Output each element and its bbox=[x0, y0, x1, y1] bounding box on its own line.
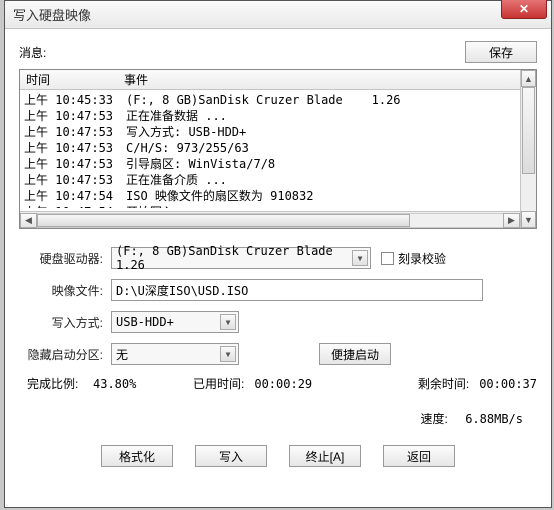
log-event: 写入方式: USB-HDD+ bbox=[126, 124, 536, 140]
dialog-window: 写入硬盘映像 ✕ 消息: 保存 时间 事件 上午 10:45:33(F:, 8 … bbox=[4, 0, 552, 508]
format-button[interactable]: 格式化 bbox=[101, 445, 173, 467]
chevron-down-icon: ▼ bbox=[220, 346, 236, 362]
log-event: 开始写入 ... bbox=[126, 204, 536, 208]
top-row: 消息: 保存 bbox=[19, 41, 537, 63]
log-row[interactable]: 上午 10:45:33(F:, 8 GB)SanDisk Cruzer Blad… bbox=[24, 92, 536, 108]
close-button[interactable]: ✕ bbox=[501, 0, 547, 19]
image-value: D:\U深度ISO\USD.ISO bbox=[116, 282, 248, 299]
scroll-right-icon[interactable]: ▶ bbox=[503, 213, 520, 228]
log-time: 上午 10:47:53 bbox=[24, 108, 126, 124]
log-row[interactable]: 上午 10:47:53正在准备数据 ... bbox=[24, 108, 536, 124]
window-title: 写入硬盘映像 bbox=[13, 5, 91, 24]
log-event: 引导扇区: WinVista/7/8 bbox=[126, 156, 536, 172]
log-header: 时间 事件 bbox=[20, 70, 536, 90]
portable-boot-button[interactable]: 便捷启动 bbox=[319, 343, 391, 365]
log-event: C/H/S: 973/255/63 bbox=[126, 140, 536, 156]
hidden-label: 隐藏启动分区: bbox=[19, 346, 111, 363]
row-write: 写入方式: USB-HDD+ ▼ bbox=[19, 311, 537, 333]
log-time: 上午 10:47:54 bbox=[24, 204, 126, 208]
form-area: 硬盘驱动器: (F:, 8 GB)SanDisk Cruzer Blade 1.… bbox=[19, 247, 537, 365]
drive-combo[interactable]: (F:, 8 GB)SanDisk Cruzer Blade 1.26 ▼ bbox=[111, 247, 371, 269]
log-row[interactable]: 上午 10:47:54开始写入 ... bbox=[24, 204, 536, 208]
log-listbox: 时间 事件 上午 10:45:33(F:, 8 GB)SanDisk Cruze… bbox=[19, 69, 537, 229]
speed-row: 速度: 6.88MB/s bbox=[19, 410, 537, 427]
speed-label: 速度: bbox=[421, 412, 448, 426]
elapsed-label: 已用时间: bbox=[193, 375, 244, 392]
content-area: 消息: 保存 时间 事件 上午 10:45:33(F:, 8 GB)SanDis… bbox=[5, 29, 551, 481]
elapsed-value: 00:00:29 bbox=[254, 377, 312, 391]
hidden-part-combo[interactable]: 无 ▼ bbox=[111, 343, 239, 365]
back-button[interactable]: 返回 bbox=[383, 445, 455, 467]
log-row[interactable]: 上午 10:47:54ISO 映像文件的扇区数为 910832 bbox=[24, 188, 536, 204]
checkbox-box bbox=[381, 252, 394, 265]
drive-value: (F:, 8 GB)SanDisk Cruzer Blade 1.26 bbox=[116, 244, 366, 272]
percent-value: 43.80% bbox=[93, 377, 163, 391]
scroll-down-icon[interactable]: ▼ bbox=[521, 211, 536, 228]
write-value: USB-HDD+ bbox=[116, 315, 174, 329]
col-header-time[interactable]: 时间 bbox=[20, 71, 120, 88]
log-time: 上午 10:47:53 bbox=[24, 156, 126, 172]
hscroll-thumb[interactable] bbox=[37, 214, 410, 227]
row-hidden: 隐藏启动分区: 无 ▼ 便捷启动 bbox=[19, 343, 537, 365]
scroll-left-icon[interactable]: ◀ bbox=[20, 213, 37, 228]
remain-value: 00:00:37 bbox=[479, 377, 537, 391]
log-row[interactable]: 上午 10:47:53引导扇区: WinVista/7/8 bbox=[24, 156, 536, 172]
stats-row: 完成比例: 43.80% 已用时间: 00:00:29 剩余时间: 00:00:… bbox=[19, 375, 537, 392]
hidden-value: 无 bbox=[116, 346, 128, 363]
abort-button[interactable]: 终止[A] bbox=[289, 445, 361, 467]
horizontal-scrollbar[interactable]: ◀ ▶ bbox=[20, 211, 520, 228]
image-path-input[interactable]: D:\U深度ISO\USD.ISO bbox=[111, 279, 483, 301]
percent-label: 完成比例: bbox=[19, 375, 93, 392]
log-event: 正在准备数据 ... bbox=[126, 108, 536, 124]
log-time: 上午 10:45:33 bbox=[24, 92, 126, 108]
verify-checkbox[interactable]: 刻录校验 bbox=[381, 250, 446, 267]
button-row: 格式化 写入 终止[A] 返回 bbox=[19, 445, 537, 467]
row-image: 映像文件: D:\U深度ISO\USD.ISO bbox=[19, 279, 537, 301]
col-header-event[interactable]: 事件 bbox=[120, 71, 536, 88]
scroll-up-icon[interactable]: ▲ bbox=[521, 70, 536, 87]
log-row[interactable]: 上午 10:47:53写入方式: USB-HDD+ bbox=[24, 124, 536, 140]
log-time: 上午 10:47:54 bbox=[24, 188, 126, 204]
log-event: (F:, 8 GB)SanDisk Cruzer Blade 1.26 bbox=[126, 92, 536, 108]
log-row[interactable]: 上午 10:47:53正在准备介质 ... bbox=[24, 172, 536, 188]
verify-label: 刻录校验 bbox=[398, 250, 446, 267]
close-icon: ✕ bbox=[519, 2, 529, 16]
log-body: 上午 10:45:33(F:, 8 GB)SanDisk Cruzer Blad… bbox=[20, 90, 536, 208]
remain-label: 剩余时间: bbox=[418, 375, 469, 392]
image-label: 映像文件: bbox=[19, 282, 111, 299]
log-event: 正在准备介质 ... bbox=[126, 172, 536, 188]
hscroll-track[interactable] bbox=[37, 213, 503, 228]
titlebar: 写入硬盘映像 ✕ bbox=[5, 1, 551, 29]
drive-label: 硬盘驱动器: bbox=[19, 250, 111, 267]
row-drive: 硬盘驱动器: (F:, 8 GB)SanDisk Cruzer Blade 1.… bbox=[19, 247, 537, 269]
vscroll-track[interactable] bbox=[521, 87, 536, 211]
info-label: 消息: bbox=[19, 44, 46, 61]
save-button[interactable]: 保存 bbox=[465, 41, 537, 63]
vertical-scrollbar[interactable]: ▲ ▼ bbox=[520, 70, 536, 228]
write-mode-combo[interactable]: USB-HDD+ ▼ bbox=[111, 311, 239, 333]
write-button[interactable]: 写入 bbox=[195, 445, 267, 467]
log-time: 上午 10:47:53 bbox=[24, 140, 126, 156]
log-time: 上午 10:47:53 bbox=[24, 172, 126, 188]
log-event: ISO 映像文件的扇区数为 910832 bbox=[126, 188, 536, 204]
write-label: 写入方式: bbox=[19, 314, 111, 331]
log-time: 上午 10:47:53 bbox=[24, 124, 126, 140]
log-row[interactable]: 上午 10:47:53C/H/S: 973/255/63 bbox=[24, 140, 536, 156]
chevron-down-icon: ▼ bbox=[352, 250, 368, 266]
chevron-down-icon: ▼ bbox=[220, 314, 236, 330]
speed-value: 6.88MB/s bbox=[465, 412, 523, 426]
vscroll-thumb[interactable] bbox=[522, 87, 535, 174]
